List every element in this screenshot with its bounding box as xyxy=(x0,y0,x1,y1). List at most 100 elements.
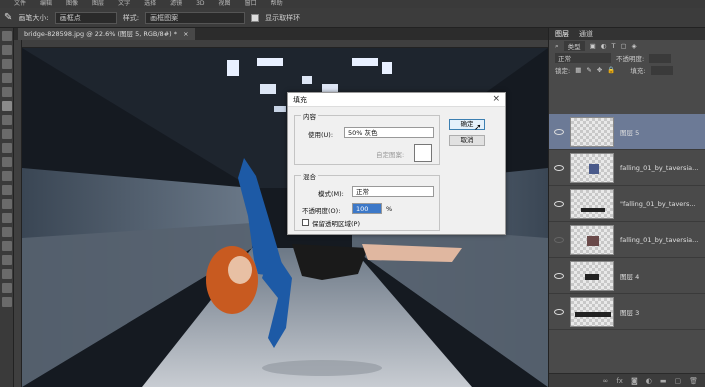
filter-adjust-icon[interactable]: ◐ xyxy=(601,42,607,50)
use-select[interactable]: 50% 灰色 xyxy=(344,127,434,138)
layer-thumbnail xyxy=(570,152,614,183)
menu-edit[interactable]: 编辑 xyxy=(40,0,52,8)
filter-type-icon[interactable]: T xyxy=(611,42,615,50)
blur-tool-icon[interactable] xyxy=(2,199,12,209)
path-select-tool-icon[interactable] xyxy=(2,255,12,265)
layer-name[interactable]: 图层 3 xyxy=(620,307,639,317)
fill-label: 填充: xyxy=(630,67,646,75)
layer-name[interactable]: 图层 4 xyxy=(620,271,639,281)
mode-select[interactable]: 正常 xyxy=(352,186,434,197)
mask-icon[interactable]: ◙ xyxy=(631,377,638,385)
menu-image[interactable]: 图像 xyxy=(66,0,78,8)
lock-pixels-icon[interactable]: ▦ xyxy=(575,66,581,74)
layer-thumbnail xyxy=(570,296,614,327)
menu-help[interactable]: 帮助 xyxy=(271,0,283,8)
menu-window[interactable]: 窗口 xyxy=(245,0,257,8)
lock-all-icon[interactable]: 🔒 xyxy=(607,66,615,74)
fill-field[interactable] xyxy=(650,65,673,75)
layer-thumbnail xyxy=(570,116,614,147)
new-layer-icon[interactable]: ▢ xyxy=(674,377,681,385)
lock-brush-icon[interactable]: ✎ xyxy=(586,66,591,74)
brush-tool-icon[interactable] xyxy=(2,129,12,139)
panel-tabs: 图层 通道 xyxy=(549,28,705,40)
eyedropper-tool-icon[interactable]: ✎ xyxy=(4,12,12,23)
link-icon[interactable]: ∞ xyxy=(603,377,609,385)
folder-icon[interactable]: ▬ xyxy=(660,377,667,385)
content-group-label: 内容 xyxy=(301,111,318,121)
menu-3d[interactable]: 3D xyxy=(196,0,204,8)
cancel-button[interactable]: 取消 xyxy=(449,135,485,146)
vertical-ruler[interactable] xyxy=(14,40,22,387)
pattern-swatch[interactable] xyxy=(414,144,432,162)
layer-thumbnail xyxy=(570,224,614,255)
document-tab-close-icon[interactable]: × xyxy=(183,30,188,38)
layer-name[interactable]: falling_01_by_taversia... xyxy=(620,164,698,172)
layer-row[interactable]: 图层 3 xyxy=(549,294,705,330)
menu-view[interactable]: 视图 xyxy=(219,0,231,8)
pen-tool-icon[interactable] xyxy=(2,227,12,237)
custom-pattern-label: 自定图案: xyxy=(376,151,405,159)
history-brush-tool-icon[interactable] xyxy=(2,157,12,167)
adjustment-icon[interactable]: ◐ xyxy=(646,377,652,385)
eyedropper-tool-icon[interactable] xyxy=(2,101,12,111)
dodge-tool-icon[interactable] xyxy=(2,213,12,223)
gradient-tool-icon[interactable] xyxy=(2,185,12,195)
show-sample-checkbox[interactable] xyxy=(251,13,260,22)
lock-move-icon[interactable]: ✥ xyxy=(597,66,602,74)
tab-channels[interactable]: 通道 xyxy=(579,29,593,39)
visibility-eye-icon[interactable] xyxy=(554,200,564,207)
layer-row[interactable]: falling_01_by_taversia... xyxy=(549,222,705,258)
horizontal-ruler[interactable] xyxy=(22,40,548,48)
menu-type[interactable]: 文字 xyxy=(118,0,130,8)
preserve-transparency-checkbox[interactable] xyxy=(302,219,309,226)
visibility-eye-icon[interactable] xyxy=(554,308,564,315)
eraser-tool-icon[interactable] xyxy=(2,171,12,181)
visibility-eye-icon[interactable] xyxy=(554,128,564,135)
menu-filter[interactable]: 滤镜 xyxy=(170,0,182,8)
visibility-eye-icon[interactable] xyxy=(554,164,564,171)
type-tool-icon[interactable] xyxy=(2,241,12,251)
layer-name[interactable]: 图层 5 xyxy=(620,127,639,137)
quick-select-tool-icon[interactable] xyxy=(2,73,12,83)
lasso-tool-icon[interactable] xyxy=(2,59,12,69)
visibility-eye-icon[interactable] xyxy=(554,272,564,279)
layers-panel-footer: ∞ fx ◙ ◐ ▬ ▢ 🗑 xyxy=(549,373,705,387)
filter-pixel-icon[interactable]: ▣ xyxy=(590,42,596,50)
menu-file[interactable]: 文件 xyxy=(14,0,26,8)
move-tool-icon[interactable] xyxy=(2,31,12,41)
trash-icon[interactable]: 🗑 xyxy=(689,377,698,385)
zoom-tool-icon[interactable] xyxy=(2,297,12,307)
menu-select[interactable]: 选择 xyxy=(144,0,156,8)
layers-panel: 图层 通道 ⌕ 类型 ▣ ◐ T ▢ ◈ 正常 不透明度: 锁定: ▦ ✎ ✥ … xyxy=(548,28,705,387)
style-select[interactable]: 画框图案 xyxy=(145,11,246,24)
crop-tool-icon[interactable] xyxy=(2,87,12,97)
lock-row: 锁定: ▦ ✎ ✥ 🔒 填充: xyxy=(549,64,705,76)
hand-tool-icon[interactable] xyxy=(2,283,12,293)
opacity-input[interactable]: 100 xyxy=(352,203,382,214)
marquee-tool-icon[interactable] xyxy=(2,45,12,55)
filter-smart-icon[interactable]: ◈ xyxy=(632,42,637,50)
fx-icon[interactable]: fx xyxy=(616,377,623,385)
visibility-eye-icon[interactable] xyxy=(554,236,564,243)
opacity-unit: % xyxy=(386,205,393,213)
opacity-label: 不透明度: xyxy=(616,55,645,63)
style-label: 样式: xyxy=(122,13,140,22)
close-icon[interactable]: × xyxy=(492,94,500,104)
filter-shape-icon[interactable]: ▢ xyxy=(620,42,626,50)
brush-size-select[interactable]: 画框点 xyxy=(54,11,117,24)
layer-row[interactable]: 图层 4 xyxy=(549,258,705,294)
blend-mode-select[interactable]: 正常 xyxy=(555,53,611,63)
layer-name[interactable]: falling_01_by_taversia... xyxy=(620,236,698,244)
opacity-field[interactable] xyxy=(649,53,672,63)
kind-filter-select[interactable]: 类型 xyxy=(563,41,585,51)
healing-tool-icon[interactable] xyxy=(2,115,12,125)
tab-layers[interactable]: 图层 xyxy=(555,29,569,39)
shape-tool-icon[interactable] xyxy=(2,269,12,279)
layer-name[interactable]: "falling_01_by_tavers... xyxy=(620,200,696,208)
document-tab[interactable]: bridge-828598.jpg @ 22.6% (图层 5, RGB/8#)… xyxy=(18,28,195,40)
menu-layer[interactable]: 图层 xyxy=(92,0,104,8)
layer-row[interactable]: "falling_01_by_tavers... xyxy=(549,186,705,222)
layer-row[interactable]: falling_01_by_taversia... xyxy=(549,150,705,186)
layer-row[interactable]: 图层 5 xyxy=(549,114,705,150)
stamp-tool-icon[interactable] xyxy=(2,143,12,153)
